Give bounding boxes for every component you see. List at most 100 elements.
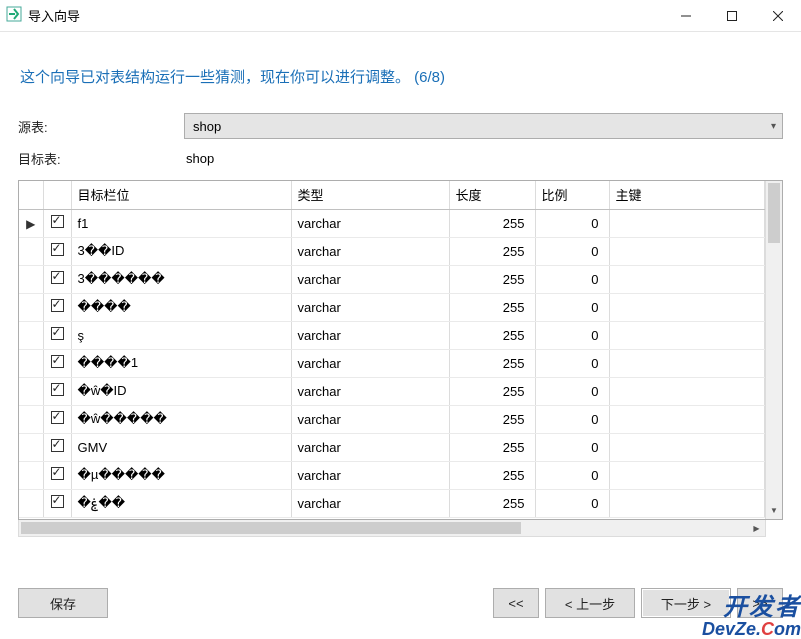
row-checkbox[interactable] — [51, 467, 64, 480]
cell-type[interactable]: varchar — [291, 489, 449, 517]
cell-pk[interactable] — [609, 209, 765, 237]
cell-pk[interactable] — [609, 265, 765, 293]
cell-type[interactable]: varchar — [291, 349, 449, 377]
horizontal-scrollbar[interactable]: ◀ ▶ — [18, 520, 766, 537]
save-button[interactable]: 保存 — [18, 588, 108, 618]
cell-pk[interactable] — [609, 237, 765, 265]
row-checkbox[interactable] — [51, 215, 64, 228]
table-row[interactable]: ����1varchar2550 — [19, 349, 765, 377]
cell-field[interactable]: ����1 — [71, 349, 291, 377]
column-header-scale[interactable]: 比例 — [535, 181, 609, 209]
cell-scale[interactable]: 0 — [535, 489, 609, 517]
row-checkbox[interactable] — [51, 495, 64, 508]
cell-length[interactable]: 255 — [449, 377, 535, 405]
cell-pk[interactable] — [609, 293, 765, 321]
next-button[interactable]: 下一步 > — [641, 588, 731, 618]
cell-length[interactable]: 255 — [449, 321, 535, 349]
cell-scale[interactable]: 0 — [535, 293, 609, 321]
row-checkbox[interactable] — [51, 299, 64, 312]
back-button[interactable]: < 上一步 — [545, 588, 635, 618]
minimize-button[interactable] — [663, 0, 709, 32]
maximize-button[interactable] — [709, 0, 755, 32]
column-header-check[interactable] — [43, 181, 71, 209]
cell-length[interactable]: 255 — [449, 405, 535, 433]
cell-pk[interactable] — [609, 461, 765, 489]
cell-type[interactable]: varchar — [291, 265, 449, 293]
cell-field[interactable]: 3������ — [71, 265, 291, 293]
cell-length[interactable]: 255 — [449, 489, 535, 517]
table-row[interactable]: GMVvarchar2550 — [19, 433, 765, 461]
cell-pk[interactable] — [609, 489, 765, 517]
table-row[interactable]: �ŵ�����varchar2550 — [19, 405, 765, 433]
scroll-thumb-h[interactable] — [21, 522, 521, 534]
last-button[interactable]: >> — [737, 588, 783, 618]
cell-scale[interactable]: 0 — [535, 237, 609, 265]
table-row[interactable]: �ŵ�IDvarchar2550 — [19, 377, 765, 405]
cell-type[interactable]: varchar — [291, 377, 449, 405]
cell-scale[interactable]: 0 — [535, 405, 609, 433]
cell-type[interactable]: varchar — [291, 405, 449, 433]
cell-field[interactable]: f1 — [71, 209, 291, 237]
cell-length[interactable]: 255 — [449, 209, 535, 237]
cell-length[interactable]: 255 — [449, 265, 535, 293]
cell-field[interactable]: �µ����� — [71, 461, 291, 489]
row-checkbox[interactable] — [51, 411, 64, 424]
cell-field[interactable]: �ŵ����� — [71, 405, 291, 433]
source-table-select[interactable]: shop ▾ — [184, 113, 783, 139]
cell-field[interactable]: �ŵ�ID — [71, 377, 291, 405]
cell-scale[interactable]: 0 — [535, 377, 609, 405]
first-button[interactable]: << — [493, 588, 539, 618]
cell-type[interactable]: varchar — [291, 461, 449, 489]
scroll-right-icon[interactable]: ▶ — [748, 520, 765, 536]
cell-length[interactable]: 255 — [449, 237, 535, 265]
cell-scale[interactable]: 0 — [535, 349, 609, 377]
cell-field[interactable]: ş — [71, 321, 291, 349]
table-row[interactable]: 3������varchar2550 — [19, 265, 765, 293]
cell-scale[interactable]: 0 — [535, 433, 609, 461]
table-row[interactable]: 3��IDvarchar2550 — [19, 237, 765, 265]
cell-field[interactable]: ���� — [71, 293, 291, 321]
row-checkbox[interactable] — [51, 327, 64, 340]
column-header-pk[interactable]: 主键 — [609, 181, 765, 209]
table-row[interactable]: ▶f1varchar2550 — [19, 209, 765, 237]
cell-pk[interactable] — [609, 349, 765, 377]
row-checkbox[interactable] — [51, 355, 64, 368]
cell-type[interactable]: varchar — [291, 293, 449, 321]
cell-length[interactable]: 255 — [449, 433, 535, 461]
cell-type[interactable]: varchar — [291, 237, 449, 265]
close-button[interactable] — [755, 0, 801, 32]
cell-type[interactable]: varchar — [291, 321, 449, 349]
cell-pk[interactable] — [609, 321, 765, 349]
column-header-indicator[interactable] — [19, 181, 43, 209]
table-row[interactable]: �µ�����varchar2550 — [19, 461, 765, 489]
cell-field[interactable]: GMV — [71, 433, 291, 461]
cell-length[interactable]: 255 — [449, 461, 535, 489]
table-row[interactable]: şvarchar2550 — [19, 321, 765, 349]
cell-pk[interactable] — [609, 377, 765, 405]
cell-field[interactable]: �ۼ�� — [71, 489, 291, 517]
row-checkbox[interactable] — [51, 383, 64, 396]
cell-scale[interactable]: 0 — [535, 461, 609, 489]
scroll-thumb[interactable] — [768, 183, 780, 243]
column-header-length[interactable]: 长度 — [449, 181, 535, 209]
table-row[interactable]: �ۼ��varchar2550 — [19, 489, 765, 517]
row-checkbox[interactable] — [51, 439, 64, 452]
cell-scale[interactable]: 0 — [535, 265, 609, 293]
target-table-label: 目标表: — [18, 149, 184, 168]
cell-type[interactable]: varchar — [291, 209, 449, 237]
cell-pk[interactable] — [609, 405, 765, 433]
scroll-down-icon[interactable]: ▼ — [766, 502, 782, 519]
cell-length[interactable]: 255 — [449, 293, 535, 321]
row-checkbox[interactable] — [51, 271, 64, 284]
cell-scale[interactable]: 0 — [535, 321, 609, 349]
table-row[interactable]: ����varchar2550 — [19, 293, 765, 321]
vertical-scrollbar[interactable]: ▲ ▼ — [765, 181, 782, 519]
cell-scale[interactable]: 0 — [535, 209, 609, 237]
column-header-field[interactable]: 目标栏位 — [71, 181, 291, 209]
cell-pk[interactable] — [609, 433, 765, 461]
cell-type[interactable]: varchar — [291, 433, 449, 461]
column-header-type[interactable]: 类型 — [291, 181, 449, 209]
cell-length[interactable]: 255 — [449, 349, 535, 377]
cell-field[interactable]: 3��ID — [71, 237, 291, 265]
row-checkbox[interactable] — [51, 243, 64, 256]
